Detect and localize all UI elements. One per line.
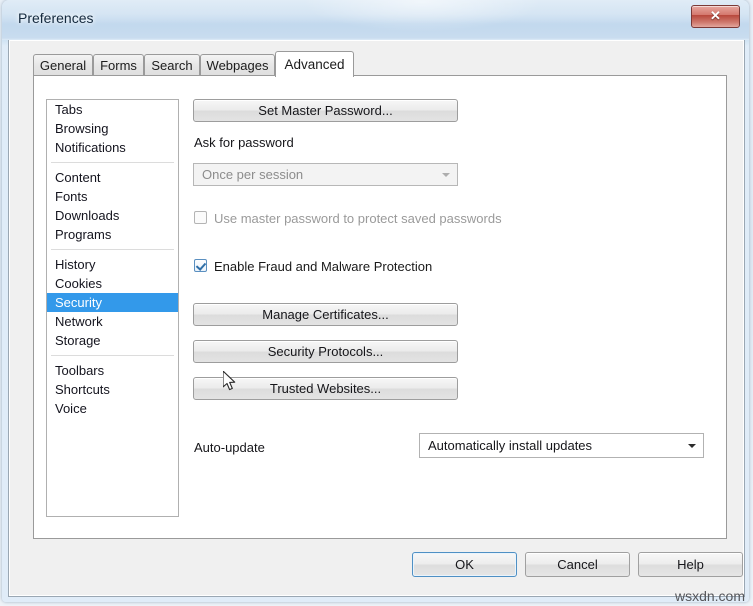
sidebar-item-notifications[interactable]: Notifications <box>47 138 178 157</box>
chevron-down-icon <box>435 164 457 185</box>
sidebar-item-browsing[interactable]: Browsing <box>47 119 178 138</box>
tab-advanced[interactable]: Advanced <box>275 51 354 77</box>
titlebar-glass-highlight <box>302 0 542 32</box>
sidebar-item-toolbars[interactable]: Toolbars <box>47 361 178 380</box>
sidebar-separator <box>47 157 178 168</box>
window-title: Preferences <box>18 10 94 26</box>
preferences-window: Preferences ✕ General Forms Search Webpages… <box>2 0 749 602</box>
tab-webpages[interactable]: Webpages <box>200 54 275 76</box>
close-button[interactable]: ✕ <box>691 5 740 28</box>
set-master-password-button[interactable]: Set Master Password... <box>193 99 458 122</box>
sidebar-item-network[interactable]: Network <box>47 312 178 331</box>
auto-update-label: Auto-update <box>194 440 265 455</box>
ask-for-password-label: Ask for password <box>194 135 294 150</box>
sidebar-separator <box>47 244 178 255</box>
dialog-body: General Forms Search Webpages Advanced Tabs B… <box>8 40 745 597</box>
category-list[interactable]: Tabs Browsing Notifications Content Fonts Dow… <box>46 99 179 517</box>
tab-strip: General Forms Search Webpages Advanced <box>33 51 727 77</box>
checkbox-checked-icon[interactable] <box>194 259 207 272</box>
cancel-button[interactable]: Cancel <box>525 552 630 577</box>
desktop-background: Preferences ✕ General Forms Search Webpages… <box>0 0 753 606</box>
sidebar-item-cookies[interactable]: Cookies <box>47 274 178 293</box>
auto-update-dropdown[interactable]: Automatically install updates <box>419 433 704 458</box>
sidebar-item-security[interactable]: Security <box>47 293 178 312</box>
titlebar-glass-sheen <box>2 0 749 40</box>
auto-update-value: Automatically install updates <box>428 438 593 453</box>
close-icon: ✕ <box>710 8 721 23</box>
checkbox-icon[interactable] <box>194 211 207 224</box>
security-protocols-button[interactable]: Security Protocols... <box>193 340 458 363</box>
tab-content-panel: Tabs Browsing Notifications Content Fonts Dow… <box>33 75 727 539</box>
tab-search[interactable]: Search <box>144 54 200 76</box>
use-master-password-label: Use master password to protect saved pas… <box>214 211 502 226</box>
sidebar-item-programs[interactable]: Programs <box>47 225 178 244</box>
manage-certificates-button[interactable]: Manage Certificates... <box>193 303 458 326</box>
sidebar-item-history[interactable]: History <box>47 255 178 274</box>
sidebar-item-shortcuts[interactable]: Shortcuts <box>47 380 178 399</box>
fraud-protection-label: Enable Fraud and Malware Protection <box>214 259 433 274</box>
sidebar-separator <box>47 350 178 361</box>
ask-for-password-value: Once per session <box>202 167 304 182</box>
ask-for-password-dropdown[interactable]: Once per session <box>193 163 458 186</box>
watermark: wsxdn.com <box>674 588 745 604</box>
sidebar-item-content[interactable]: Content <box>47 168 178 187</box>
sidebar-item-voice[interactable]: Voice <box>47 399 178 418</box>
tab-forms[interactable]: Forms <box>93 54 144 76</box>
tab-general[interactable]: General <box>33 54 93 76</box>
ok-button[interactable]: OK <box>412 552 517 577</box>
chevron-down-icon <box>681 434 703 457</box>
trusted-websites-button[interactable]: Trusted Websites... <box>193 377 458 400</box>
sidebar-item-fonts[interactable]: Fonts <box>47 187 178 206</box>
sidebar-item-tabs[interactable]: Tabs <box>47 100 178 119</box>
sidebar-item-storage[interactable]: Storage <box>47 331 178 350</box>
sidebar-item-downloads[interactable]: Downloads <box>47 206 178 225</box>
help-button[interactable]: Help <box>638 552 743 577</box>
